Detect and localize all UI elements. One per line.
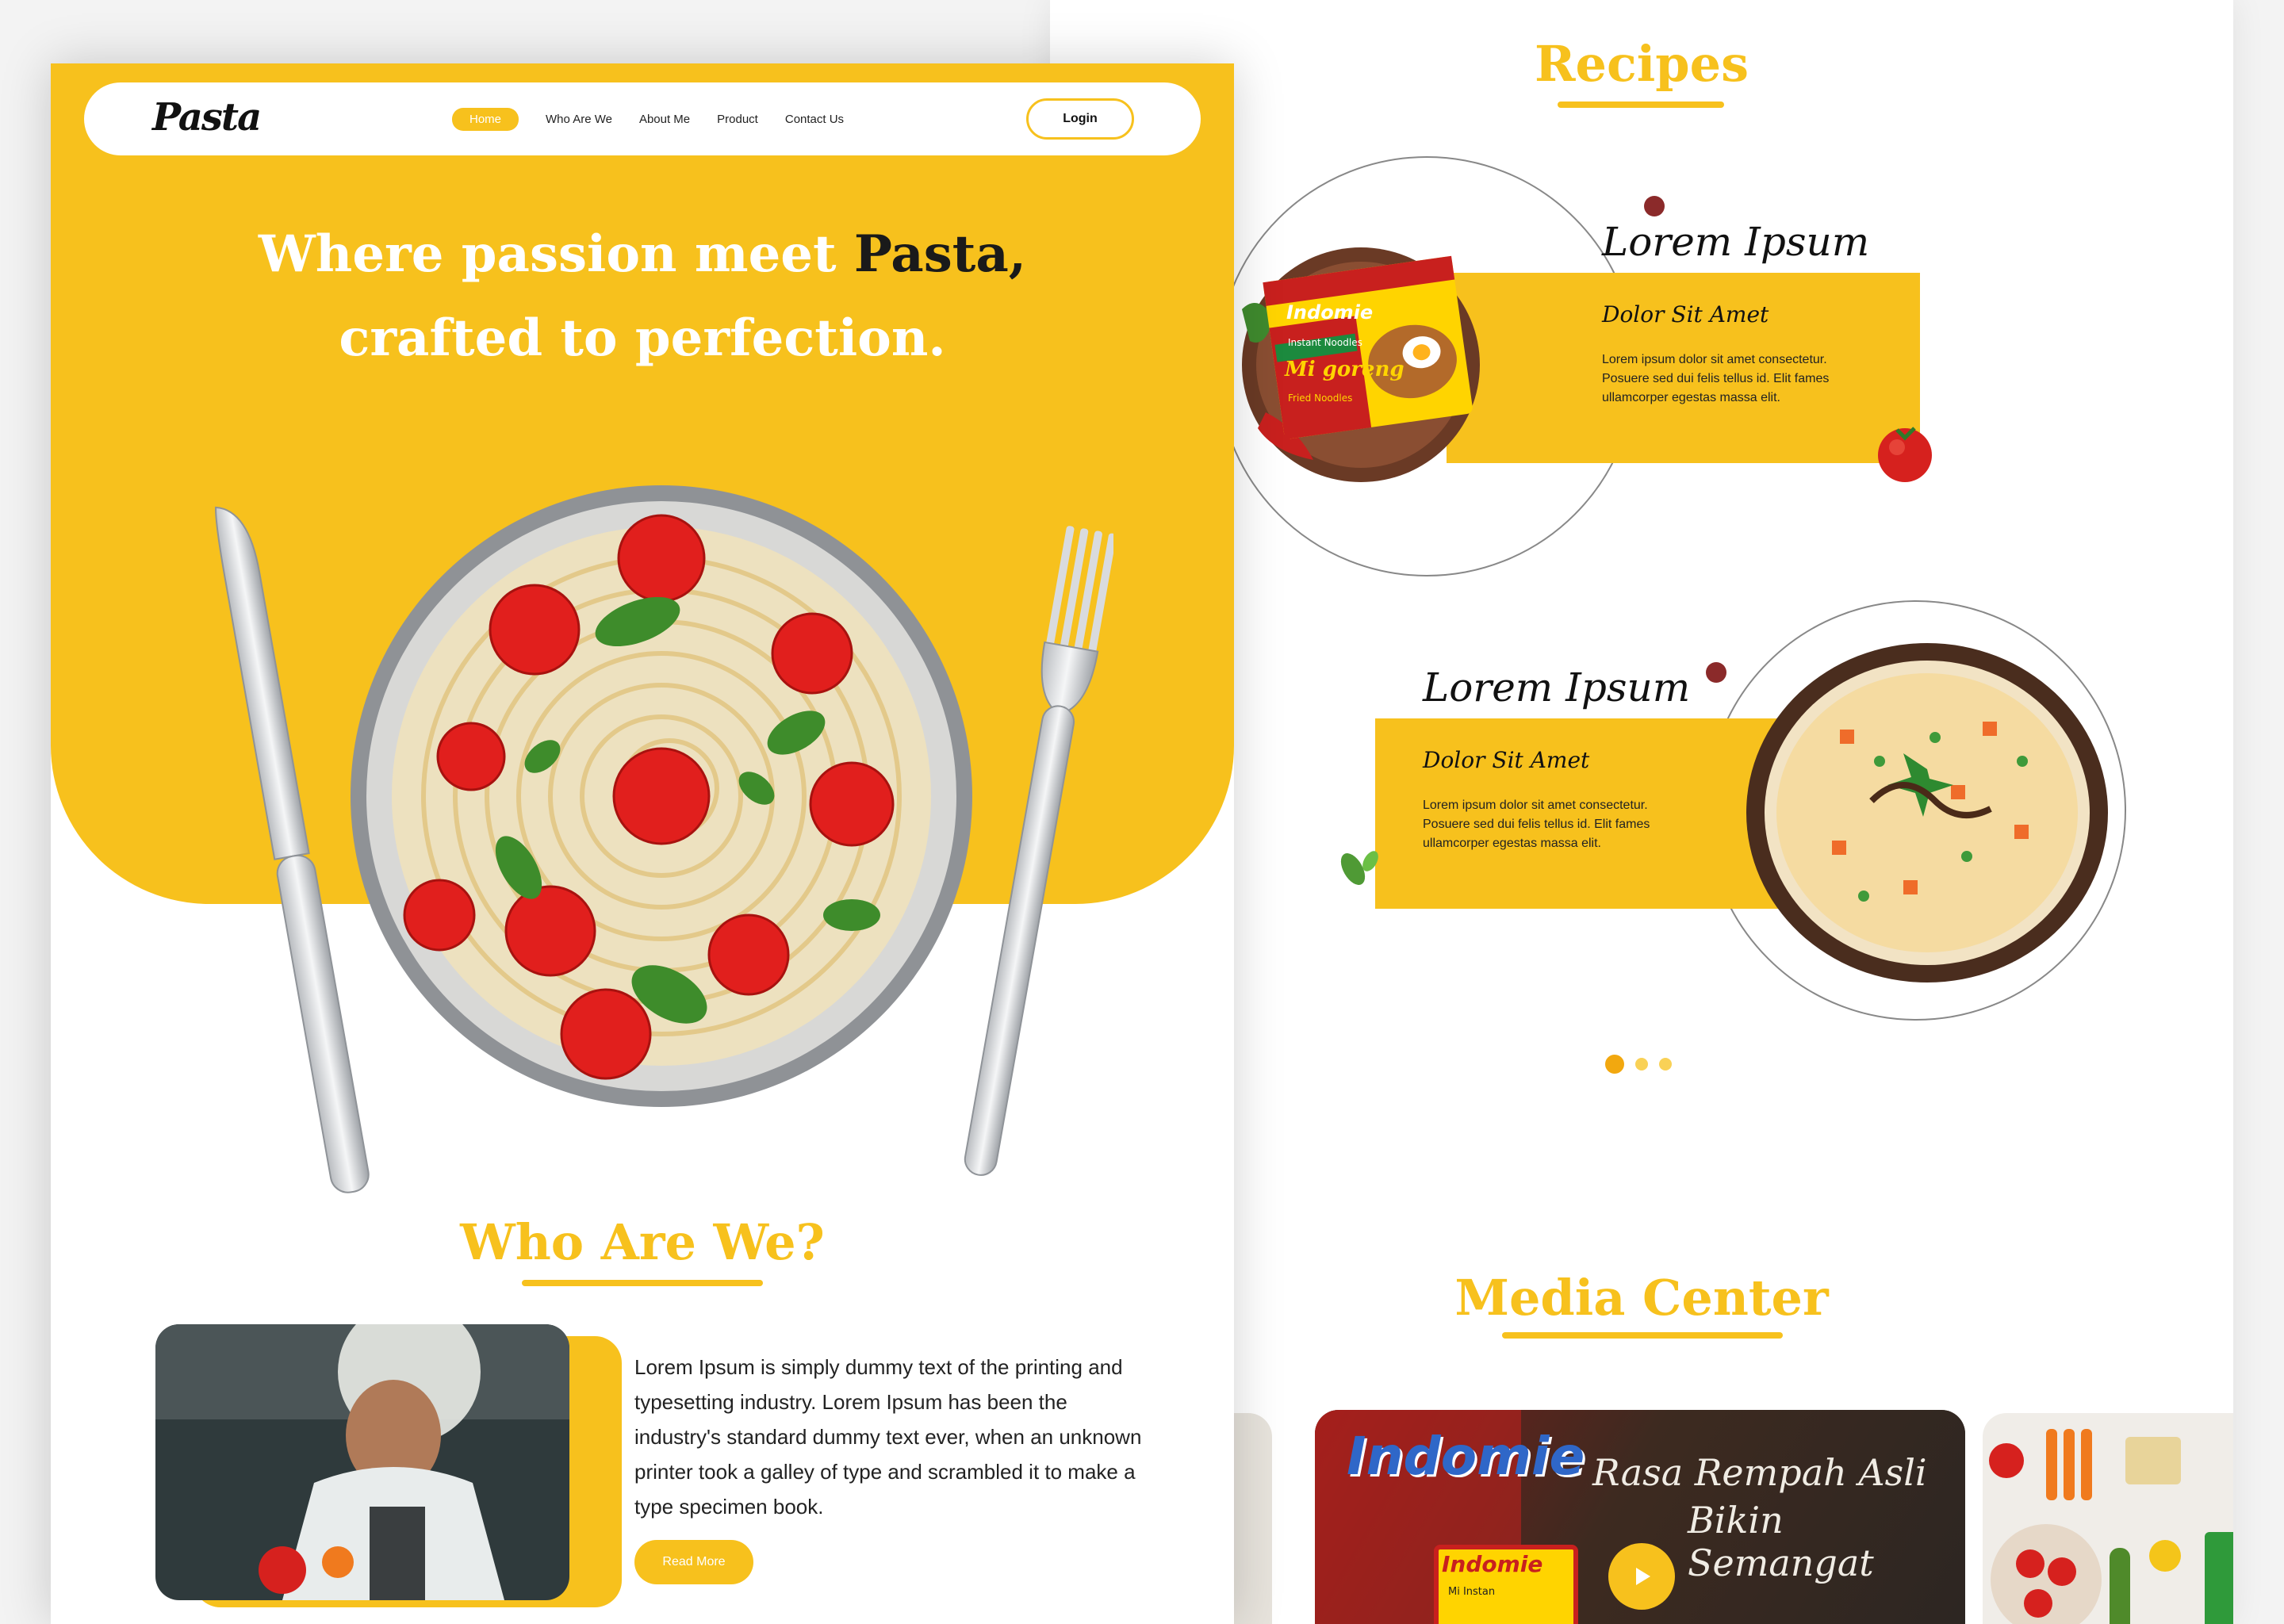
login-button[interactable]: Login — [1026, 98, 1134, 140]
rice-bowl-image — [1746, 643, 2108, 982]
tomato-icon — [1878, 427, 1932, 482]
pack-variant-text: Fried Noodles — [1288, 393, 1352, 404]
leaf-icon — [1340, 851, 1378, 885]
media-brand-text: Indomie — [1347, 1426, 1585, 1487]
recipe-card-1-text: Lorem ipsum dolor sit amet consectetur. … — [1602, 353, 1830, 404]
media-pack-brand: Indomie — [1442, 1551, 1543, 1577]
home-page: Pasta Home Who Are We About Me Product C… — [51, 63, 1234, 1624]
nav-link-about-me[interactable]: About Me — [639, 113, 690, 126]
brand-logo[interactable]: Pasta — [152, 95, 262, 140]
media-video-card[interactable]: Indomie Rasa Rempah Asli Bikin Semangat … — [1315, 1410, 1965, 1624]
carousel-dot-1[interactable] — [1605, 1055, 1624, 1074]
recipe-card-2-text: Lorem ipsum dolor sit amet consectetur. … — [1423, 799, 1650, 850]
media-tagline-1: Rasa Rempah Asli — [1592, 1451, 1927, 1494]
media-card-right[interactable] — [1983, 1413, 2233, 1624]
recipe-card-2-subtitle: Dolor Sit Amet — [1423, 747, 1590, 773]
recipe-card-2-title: Lorem Ipsum — [1423, 665, 1691, 710]
media-underline — [1502, 1332, 1783, 1339]
read-more-button[interactable]: Read More — [634, 1540, 753, 1584]
nav-link-product[interactable]: Product — [717, 113, 758, 126]
decor-dot-icon — [1644, 196, 1665, 216]
pack-brand-text: Indomie — [1286, 301, 1373, 324]
noodle-plate-image: Indomie Instant Noodles Mi goreng Fried … — [1242, 247, 1480, 482]
play-icon — [1636, 1568, 1650, 1585]
hero-headline: Where passion meet Pasta, crafted to per… — [51, 213, 1234, 381]
chef-image — [155, 1324, 569, 1600]
media-pack-label: Mi Instan — [1448, 1586, 1496, 1598]
pack-name-text: Mi goreng — [1284, 358, 1405, 381]
nav-link-contact-us[interactable]: Contact Us — [785, 113, 844, 126]
vegetables-image — [1989, 1429, 2233, 1624]
nav-link-who-are-we[interactable]: Who Are We — [546, 113, 612, 126]
hero-line-2: crafted to perfection. — [339, 308, 946, 368]
carousel-dot-3[interactable] — [1659, 1058, 1672, 1071]
fork-image — [964, 526, 1113, 1176]
who-paragraph: Lorem Ipsum is simply dummy text of the … — [634, 1355, 1142, 1519]
media-tagline-2: Bikin Semangat — [1688, 1499, 1874, 1584]
hero-line-1: Where passion meet — [258, 224, 854, 284]
pack-tag-text: Instant Noodles — [1288, 337, 1362, 348]
navbar: Pasta Home Who Are We About Me Product C… — [84, 82, 1201, 155]
who-title: Who Are We? — [460, 1213, 825, 1271]
carousel-dots — [1605, 1055, 1672, 1074]
recipe-card-1-subtitle: Dolor Sit Amet — [1602, 301, 1769, 327]
play-button[interactable] — [1608, 1543, 1675, 1610]
recipes-underline — [1558, 102, 1724, 108]
nav-links: Home Who Are We About Me Product Contact… — [452, 108, 844, 131]
pasta-bowl-image — [351, 485, 972, 1107]
decor-dot-icon — [1706, 662, 1726, 683]
carousel-dot-2[interactable] — [1635, 1058, 1648, 1071]
nav-link-home[interactable]: Home — [452, 108, 519, 131]
who-underline — [522, 1280, 763, 1286]
recipe-card-1-title: Lorem Ipsum — [1602, 219, 1870, 265]
hero-highlight: Pasta, — [853, 224, 1027, 284]
